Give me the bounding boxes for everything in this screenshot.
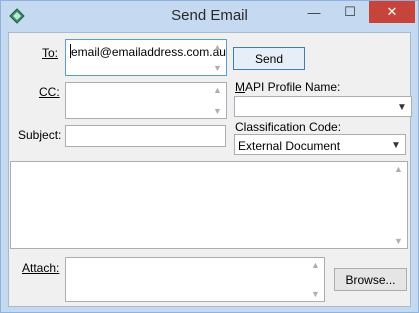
scroll-down-arrow-icon[interactable]: ▼ — [394, 236, 403, 246]
minimize-button[interactable]: — — [301, 1, 327, 23]
send-email-window: Send Email — ☐ ✕ To: email@emailaddress.… — [0, 0, 419, 313]
attach-label: Attach: — [22, 261, 60, 275]
message-body-field[interactable]: ▲ ▼ — [10, 161, 408, 249]
scroll-up-arrow-icon[interactable]: ▲ — [213, 85, 222, 95]
subject-field[interactable] — [65, 125, 226, 147]
mapi-profile-select[interactable]: ▼ — [234, 96, 412, 117]
cc-field[interactable]: ▲ ▼ — [65, 82, 227, 119]
to-field-value: email@emailaddress.com.au — [71, 45, 226, 59]
classification-code-value: External Document — [238, 139, 341, 153]
send-button[interactable]: Send — [233, 47, 305, 70]
scroll-up-arrow-icon[interactable]: ▲ — [213, 42, 222, 52]
to-field[interactable]: email@emailaddress.com.au ▲ ▼ — [65, 39, 227, 76]
subject-label: Subject: — [18, 128, 62, 142]
classification-code-label: Classification Code: — [235, 120, 342, 134]
cc-label: CC: — [39, 85, 60, 99]
attach-field-scrollbar[interactable]: ▲ ▼ — [307, 258, 324, 301]
cc-field-scrollbar[interactable]: ▲ ▼ — [209, 83, 226, 118]
message-body-scrollbar[interactable]: ▲ ▼ — [390, 162, 407, 248]
scroll-up-arrow-icon[interactable]: ▲ — [311, 260, 320, 270]
scroll-down-arrow-icon[interactable]: ▼ — [213, 63, 222, 73]
attach-field[interactable]: ▲ ▼ — [65, 257, 325, 302]
title-bar[interactable]: Send Email — ☐ ✕ — [1, 1, 418, 31]
to-field-scrollbar[interactable]: ▲ ▼ — [209, 40, 226, 75]
classification-code-select[interactable]: External Document ▼ — [234, 134, 406, 155]
chevron-down-icon[interactable]: ▼ — [395, 99, 409, 115]
browse-button[interactable]: Browse... — [334, 268, 407, 291]
scroll-down-arrow-icon[interactable]: ▼ — [213, 106, 222, 116]
to-label: To: — [42, 46, 59, 60]
scroll-up-arrow-icon[interactable]: ▲ — [394, 164, 403, 174]
chevron-down-icon[interactable]: ▼ — [389, 137, 403, 153]
form-panel: To: email@emailaddress.com.au ▲ ▼ Send M… — [8, 32, 412, 307]
maximize-button[interactable]: ☐ — [337, 1, 363, 23]
close-button[interactable]: ✕ — [369, 1, 415, 23]
scroll-down-arrow-icon[interactable]: ▼ — [311, 289, 320, 299]
mapi-profile-label: MAPI Profile Name: — [235, 80, 341, 94]
